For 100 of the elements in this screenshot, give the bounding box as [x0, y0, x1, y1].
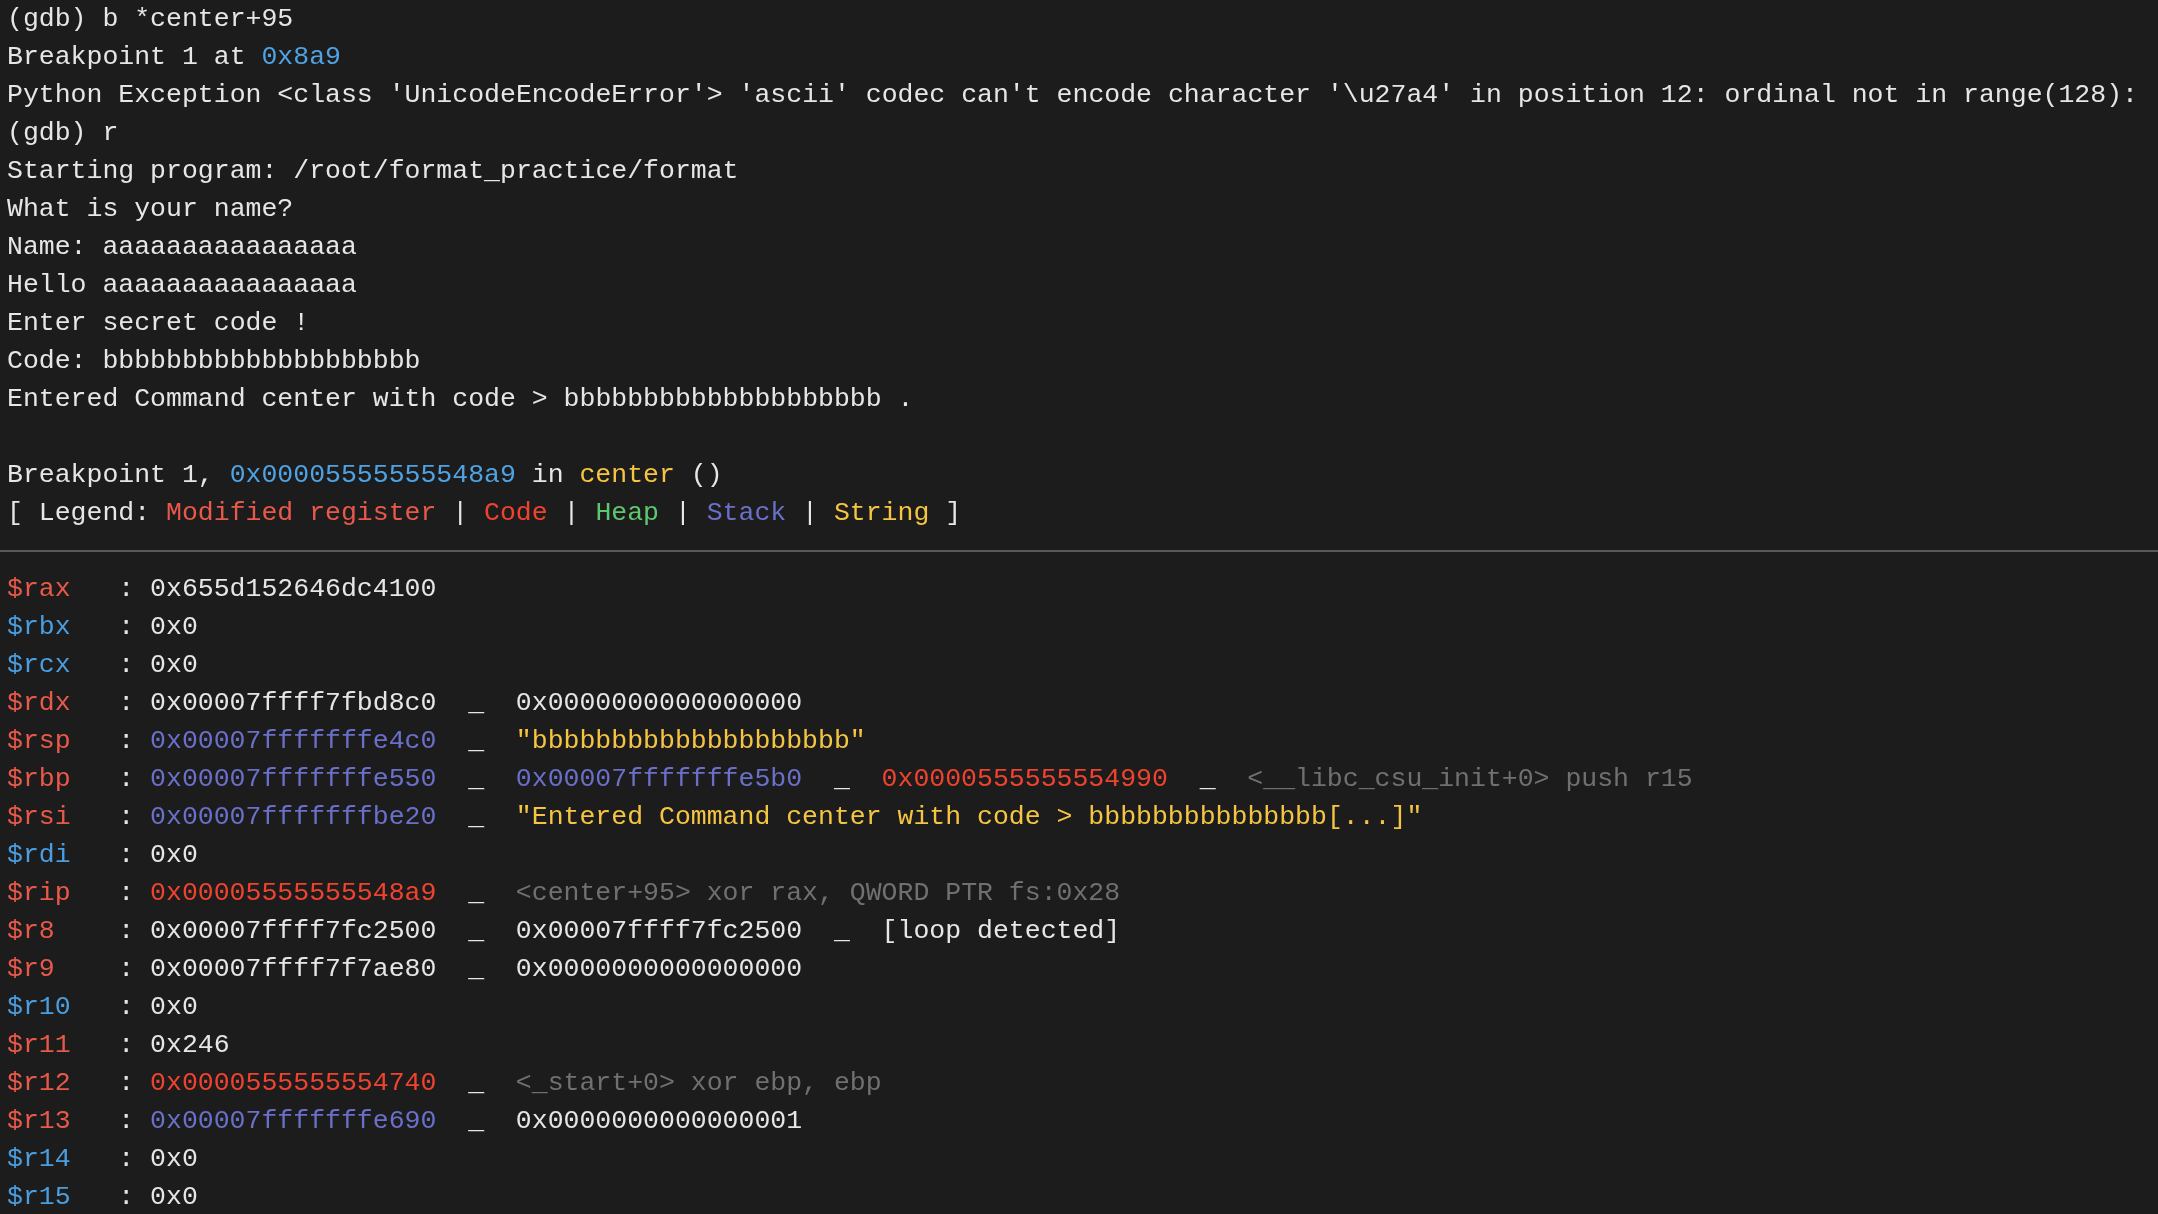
pointer-arrow: _ — [468, 915, 485, 948]
console-text: 0x0 — [150, 839, 198, 872]
legend-label: Modified register — [166, 497, 437, 530]
register-name: $rdi — [7, 839, 72, 872]
console-text: [ Legend: — [7, 497, 151, 530]
string-value: "bbbbbbbbbbbbbbbbbbbb" — [515, 725, 866, 758]
register-name: $rbx — [7, 611, 72, 644]
console-text: Breakpoint 1, — [7, 459, 214, 492]
register-name: $r14 — [7, 1143, 72, 1176]
console-text: 0x246 — [150, 1029, 230, 1062]
register-name: $rbp — [7, 763, 72, 796]
register-name: $rdx — [7, 687, 72, 720]
console-text: Code: bbbbbbbbbbbbbbbbbbbb — [7, 345, 421, 378]
colon-separator: : — [118, 725, 135, 758]
console-text: | — [563, 497, 580, 530]
code-address: Code — [484, 497, 548, 530]
console-text: (gdb) r — [7, 117, 119, 150]
colon-separator: : — [118, 1067, 135, 1100]
pointer-arrow: _ — [1199, 763, 1216, 796]
register-name: $rcx — [7, 649, 72, 682]
register-name: $rip — [7, 877, 72, 910]
console-text: 0x0000000000000001 — [515, 1105, 803, 1138]
colon-separator: : — [118, 763, 135, 796]
pointer-arrow: _ — [468, 877, 485, 910]
colon-separator: : — [118, 991, 135, 1024]
console-text: 0x0 — [150, 1181, 198, 1214]
console-text: Entered Command center with code > bbbbbbbbbbbbbbbbbbbb . — [7, 383, 914, 416]
pointer-arrow: _ — [833, 763, 850, 796]
colon-separator: : — [118, 801, 135, 834]
console-text: 0x00007ffff7f7ae80 — [150, 953, 437, 986]
colon-separator: : — [118, 687, 135, 720]
console-text: Python Exception <class 'UnicodeEncodeError'> 'ascii' codec can't encode character '\u27a4' in position 12: ordinal not in range(128): — [7, 79, 2138, 112]
register-name: $r13 — [7, 1105, 72, 1138]
pointer-arrow: _ — [833, 915, 850, 948]
pointer-arrow: _ — [468, 687, 485, 720]
console-text: 0x00007ffff7fbd8c0 — [150, 687, 437, 720]
console-text: | — [452, 497, 469, 530]
stack-address: 0x00007fffffffe5b0 — [515, 763, 803, 796]
console-text: Name: aaaaaaaaaaaaaaaa — [7, 231, 357, 264]
stack-address: 0x00007fffffffbe20 — [150, 801, 437, 834]
console-text: Hello aaaaaaaaaaaaaaaa — [7, 269, 357, 302]
string-value: "Entered Command center with code > bbbbbbbbbbbbbbb[...]" — [515, 801, 1423, 834]
disassembly-text: <__libc_csu_init+0> push r15 — [1247, 763, 1693, 796]
colon-separator: : — [118, 1181, 135, 1214]
console-text: 0x0000000000000000 — [515, 953, 803, 986]
pointer-arrow: _ — [468, 763, 485, 796]
console-text: | — [674, 497, 691, 530]
code-address: 0x0000555555554740 — [150, 1067, 437, 1100]
console-text: 0x0 — [150, 1143, 198, 1176]
console-text: 0x0 — [150, 611, 198, 644]
console-text: ] — [945, 497, 962, 530]
code-address: 0x00005555555548a9 — [150, 877, 437, 910]
colon-separator: : — [118, 1105, 135, 1138]
register-name: $r12 — [7, 1067, 72, 1100]
stack-address: 0x00007fffffffe4c0 — [150, 725, 437, 758]
colon-separator: : — [118, 611, 135, 644]
console-text: 0x655d152646dc4100 — [150, 573, 437, 606]
colon-separator: : — [118, 649, 135, 682]
console-text: Enter secret code ! — [7, 307, 310, 340]
console-text: in — [531, 459, 564, 492]
register-name: $rax — [7, 573, 72, 606]
address-text: 0x8a9 — [261, 41, 341, 74]
console-text: Starting program: /root/format_practice/format — [7, 155, 739, 188]
pointer-arrow: _ — [468, 1105, 485, 1138]
string-value: String — [833, 497, 930, 530]
disassembly-text: <center+95> xor rax, QWORD PTR fs:0x28 — [515, 877, 1121, 910]
console-text: 0x00007ffff7fc2500 — [515, 915, 803, 948]
register-name: $r8 — [7, 915, 56, 948]
address-text: 0x00005555555548a9 — [229, 459, 516, 492]
disassembly-text: <_start+0> xor ebp, ebp — [515, 1067, 882, 1100]
console-text: | — [802, 497, 818, 530]
stack-address: 0x00007fffffffe550 — [150, 763, 437, 796]
register-name: $rsp — [7, 725, 72, 758]
console-text: [loop detected] — [881, 915, 1121, 948]
legend-label: Heap — [595, 497, 659, 530]
console-text: 0x0000000000000000 — [515, 687, 803, 720]
colon-separator: : — [118, 573, 135, 606]
console-text: What is your name? — [7, 193, 294, 226]
register-name: $r9 — [7, 953, 56, 986]
colon-separator: : — [118, 1143, 135, 1176]
console-text: () — [690, 459, 723, 492]
console-text: 0x0 — [150, 991, 198, 1024]
colon-separator: : — [118, 915, 135, 948]
pointer-arrow: _ — [468, 725, 485, 758]
stack-address: Stack — [706, 497, 787, 530]
register-name: $rsi — [7, 801, 72, 834]
pointer-arrow: _ — [468, 953, 485, 986]
function-name: center — [579, 459, 675, 492]
register-name: $r15 — [7, 1181, 72, 1214]
colon-separator: : — [118, 839, 135, 872]
stack-address: 0x00007fffffffe690 — [150, 1105, 437, 1138]
register-name: $r11 — [7, 1029, 72, 1062]
console-text: (gdb) b *center+95 — [7, 3, 294, 36]
register-name: $r10 — [7, 991, 72, 1024]
console-text: Breakpoint 1 at — [7, 41, 246, 74]
colon-separator: : — [118, 953, 135, 986]
colon-separator: : — [118, 877, 135, 910]
console-text: 0x0 — [150, 649, 198, 682]
pointer-arrow: _ — [468, 801, 485, 834]
pointer-arrow: _ — [468, 1067, 485, 1100]
